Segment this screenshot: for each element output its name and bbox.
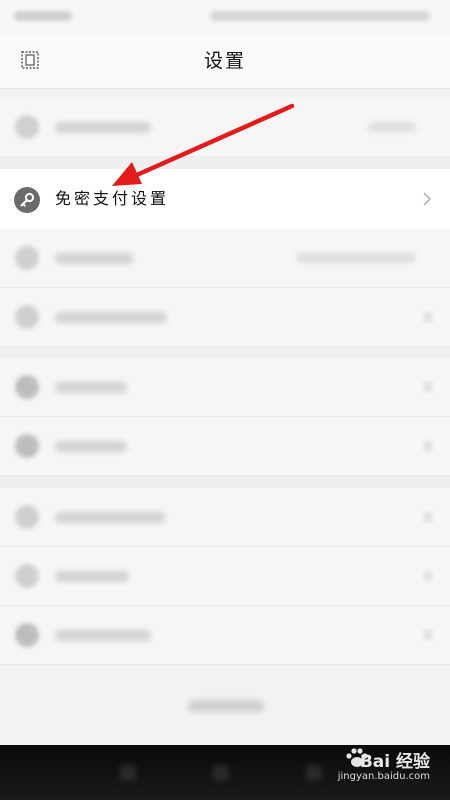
item-icon-blurred xyxy=(15,434,39,458)
password-free-payment-settings-item[interactable]: 免密支付设置 xyxy=(0,168,450,230)
status-time-blurred xyxy=(14,11,72,21)
item-label-blurred xyxy=(55,441,127,452)
item-label-blurred xyxy=(55,571,129,582)
key-icon xyxy=(14,187,40,213)
header: 设置 xyxy=(0,34,450,89)
item-value-blurred xyxy=(296,253,416,263)
list-item-blurred[interactable] xyxy=(0,417,450,476)
item-icon-blurred xyxy=(15,564,39,588)
page-title: 设置 xyxy=(203,50,246,72)
list-item-blurred[interactable] xyxy=(0,488,450,547)
list-item-blurred[interactable] xyxy=(0,98,450,157)
item-label-blurred xyxy=(55,312,167,323)
chevron-blurred xyxy=(424,571,432,581)
group-divider xyxy=(0,347,450,358)
status-icons-blurred xyxy=(210,11,430,21)
chevron-blurred xyxy=(424,382,432,392)
item-icon-blurred xyxy=(15,623,39,647)
item-value-blurred xyxy=(368,122,416,132)
watermark-brand: Bai 经验 xyxy=(359,752,430,772)
group-divider xyxy=(0,157,450,168)
status-bar xyxy=(0,0,450,34)
chevron-blurred xyxy=(424,630,432,640)
item-label-blurred xyxy=(55,630,151,641)
item-icon-blurred xyxy=(15,115,39,139)
item-icon-blurred xyxy=(15,505,39,529)
nav-home-icon[interactable] xyxy=(213,765,229,781)
item-label-blurred xyxy=(55,122,151,133)
item-icon-blurred xyxy=(15,246,39,270)
chevron-right-icon xyxy=(422,191,432,207)
list-item-blurred[interactable] xyxy=(0,547,450,606)
item-icon-blurred xyxy=(15,305,39,329)
item-icon-blurred xyxy=(15,375,39,399)
chevron-blurred xyxy=(424,512,432,522)
item-label-blurred xyxy=(55,253,133,264)
chevron-blurred xyxy=(424,312,432,322)
item-label-blurred xyxy=(55,512,165,523)
list-item-blurred[interactable] xyxy=(0,358,450,417)
item-label: 免密支付设置 xyxy=(55,189,170,208)
group-divider xyxy=(0,476,450,488)
list-item-blurred[interactable] xyxy=(0,229,450,288)
item-label-blurred xyxy=(55,382,127,393)
list-item-blurred[interactable] xyxy=(0,288,450,347)
chevron-blurred xyxy=(424,441,432,451)
list-item-blurred[interactable] xyxy=(0,606,450,665)
watermark-url: jingyan.baidu.com xyxy=(337,771,430,782)
bottom-action-blurred[interactable] xyxy=(188,700,264,712)
nav-back-icon[interactable] xyxy=(120,765,136,781)
